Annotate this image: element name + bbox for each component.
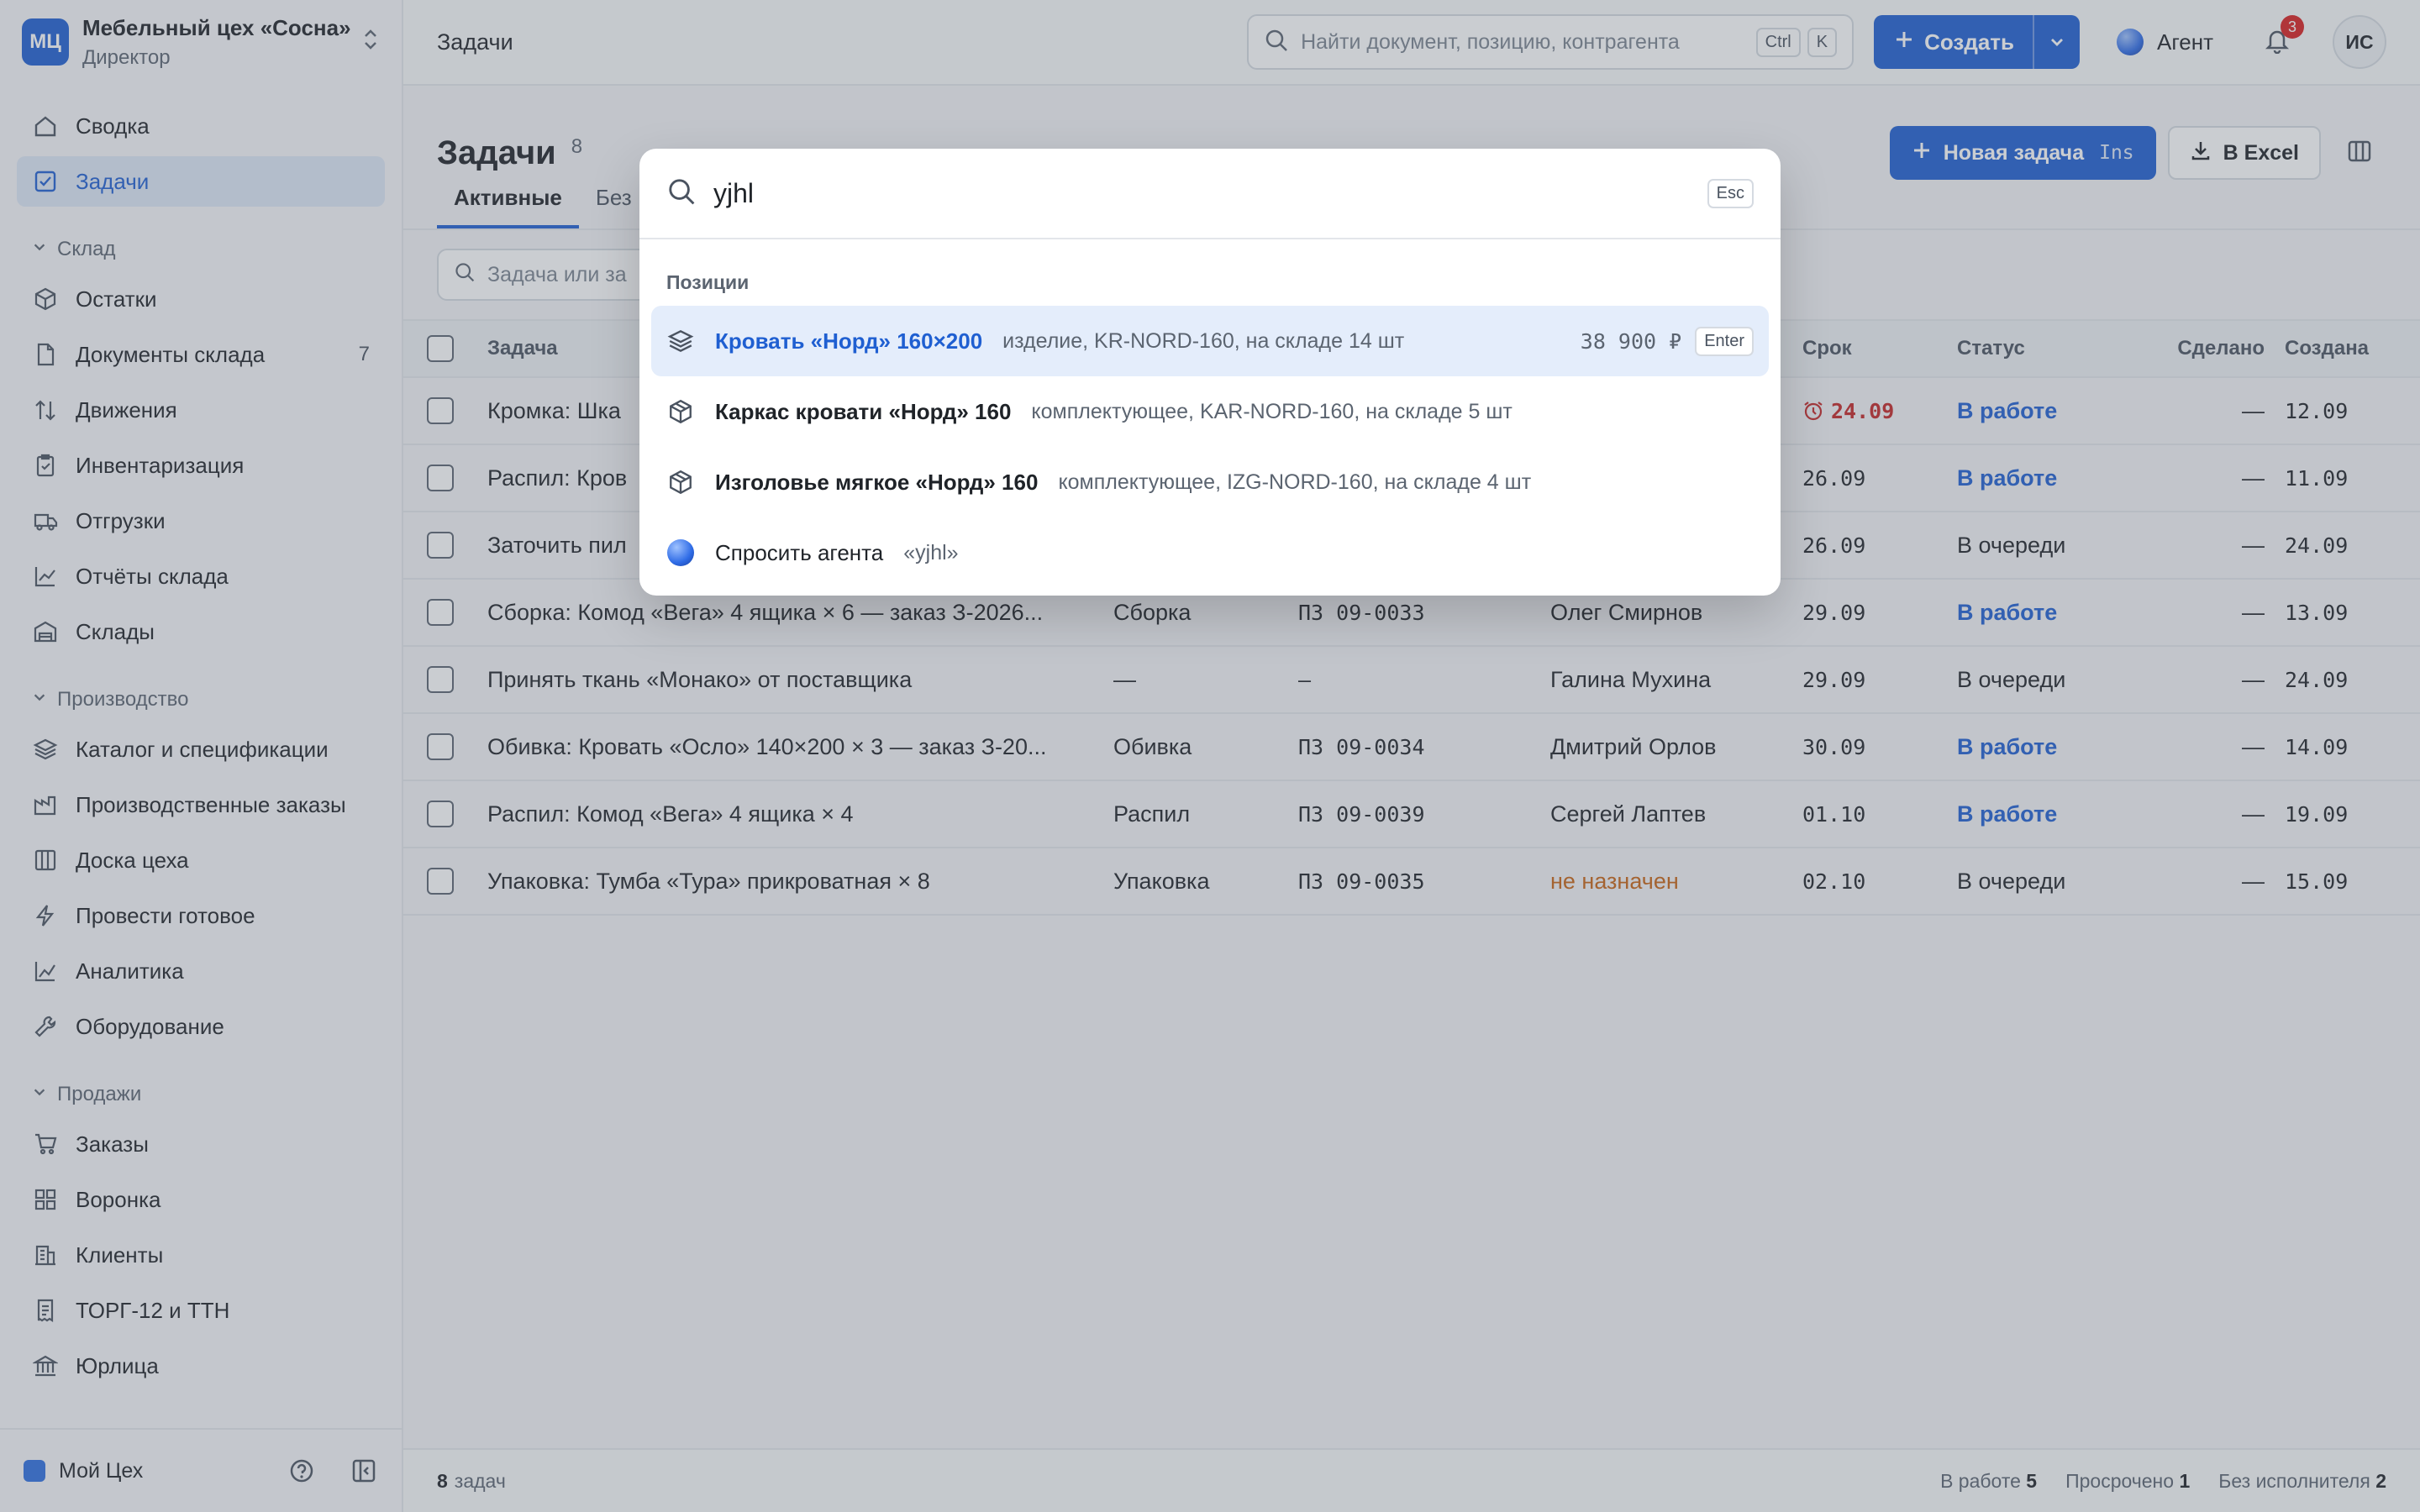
- palette-query[interactable]: yjhl: [713, 178, 1707, 209]
- palette-section-title: Позиции: [666, 271, 750, 293]
- package-icon: [666, 397, 695, 426]
- ask-agent-item[interactable]: Спросить агента «yjhl»: [651, 517, 1769, 588]
- result-title: Каркас кровати «Норд» 160: [715, 398, 1012, 424]
- result-title: Кровать «Норд» 160×200: [715, 328, 983, 354]
- enter-key-hint: Enter: [1695, 326, 1754, 356]
- result-title: Изголовье мягкое «Норд» 160: [715, 469, 1039, 495]
- palette-result-item[interactable]: Каркас кровати «Норд» 160 комплектующее, …: [651, 376, 1769, 447]
- result-meta: комплектующее, IZG-NORD-160, на складе 4…: [1058, 470, 1532, 494]
- esc-key-hint[interactable]: Esc: [1707, 178, 1754, 208]
- command-palette: yjhl Esc Позиции Кровать «Норд» 160×200 и…: [639, 149, 1781, 596]
- layers-icon: [666, 327, 695, 355]
- ask-agent-query: «yjhl»: [903, 540, 959, 564]
- result-meta: изделие, KR-NORD-160, на складе 14 шт: [1002, 328, 1405, 353]
- package-icon: [666, 468, 695, 496]
- result-meta: комплектующее, KAR-NORD-160, на складе 5…: [1031, 399, 1512, 423]
- search-icon: [666, 176, 697, 211]
- palette-result-item[interactable]: Кровать «Норд» 160×200 изделие, KR-NORD-1…: [651, 306, 1769, 376]
- ask-agent-label: Спросить агента: [715, 539, 884, 565]
- palette-search-field[interactable]: yjhl Esc: [639, 149, 1781, 239]
- result-price: 38 900 ₽: [1580, 328, 1682, 354]
- agent-orb-icon: [666, 538, 695, 567]
- palette-result-item[interactable]: Изголовье мягкое «Норд» 160 комплектующее…: [651, 447, 1769, 517]
